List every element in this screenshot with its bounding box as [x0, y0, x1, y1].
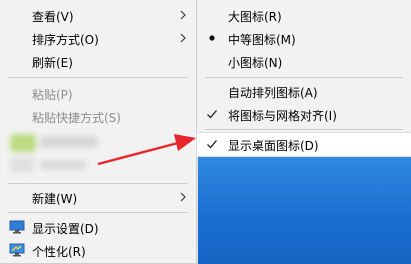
blurred-menu-items: [6, 130, 192, 178]
menu-item-sort-by[interactable]: 排序方式(O): [0, 27, 196, 50]
submenu-item-large-icons[interactable]: 大图标(R): [197, 4, 411, 27]
menu-separator: [8, 77, 188, 78]
menu-item-sort-by-label: 排序方式(O): [32, 33, 99, 47]
menu-separator: [8, 183, 188, 184]
menu-separator: [8, 212, 188, 213]
menu-item-paste[interactable]: 粘贴(P): [0, 82, 196, 105]
menu-item-view[interactable]: 查看(V): [0, 4, 196, 27]
bullet-icon: [206, 32, 218, 44]
submenu-item-large-icons-label: 大图标(R): [228, 10, 282, 24]
menu-item-new[interactable]: 新建(W): [0, 186, 196, 209]
chevron-right-icon: [180, 10, 186, 20]
menu-item-display-settings[interactable]: 显示设置(D): [0, 216, 196, 239]
submenu-item-auto-arrange-label: 自动排列图标(A): [228, 86, 318, 100]
personalize-icon: [9, 243, 25, 257]
submenu-item-small-icons-label: 小图标(N): [228, 56, 283, 70]
checkmark-icon: [206, 108, 218, 120]
menu-item-paste-shortcut-label: 粘贴快捷方式(S): [32, 111, 121, 125]
submenu-item-align-to-grid-label: 将图标与网格对齐(I): [228, 109, 337, 123]
submenu-item-align-to-grid[interactable]: 将图标与网格对齐(I): [197, 103, 411, 126]
menu-item-refresh[interactable]: 刷新(E): [0, 50, 196, 73]
menu-item-view-label: 查看(V): [32, 10, 74, 24]
submenu-item-auto-arrange[interactable]: 自动排列图标(A): [197, 80, 411, 103]
submenu-item-medium-icons-label: 中等图标(M): [228, 33, 296, 47]
chevron-right-icon: [180, 192, 186, 202]
desktop-wallpaper: [198, 156, 411, 264]
menu-item-personalize[interactable]: 个性化(R): [0, 239, 196, 262]
menu-item-refresh-label: 刷新(E): [32, 56, 73, 70]
submenu-item-show-desktop-icons[interactable]: 显示桌面图标(D): [196, 132, 411, 157]
submenu-item-small-icons[interactable]: 小图标(N): [197, 50, 411, 73]
chevron-right-icon: [180, 33, 186, 43]
monitor-icon: [9, 220, 25, 234]
menu-separator: [205, 77, 403, 78]
submenu-item-show-desktop-icons-label: 显示桌面图标(D): [228, 139, 319, 153]
menu-item-new-label: 新建(W): [32, 192, 78, 206]
view-submenu: 大图标(R) 中等图标(M) 小图标(N) 自动排列图标(A) 将图标与网格对齐…: [196, 0, 411, 157]
desktop-context-menu: 查看(V) 排序方式(O) 刷新(E) 粘贴(P) 粘贴快捷方式(S) 新建(W…: [0, 0, 197, 264]
submenu-item-medium-icons[interactable]: 中等图标(M): [197, 27, 411, 50]
menu-item-paste-label: 粘贴(P): [32, 88, 73, 102]
menu-item-personalize-label: 个性化(R): [32, 245, 86, 259]
menu-item-paste-shortcut[interactable]: 粘贴快捷方式(S): [0, 105, 196, 128]
checkmark-icon: [206, 138, 218, 150]
menu-separator: [205, 129, 403, 130]
menu-item-display-settings-label: 显示设置(D): [32, 222, 99, 236]
